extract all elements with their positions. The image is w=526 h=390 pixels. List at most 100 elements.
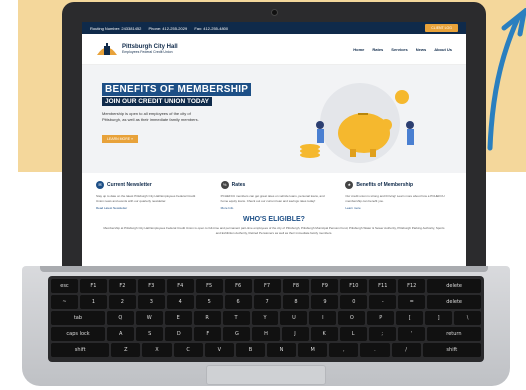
site-logo[interactable]: Pittsburgh City Hall Employees Federal C… bbox=[96, 42, 178, 56]
keyboard-key: / bbox=[391, 343, 421, 357]
laptop-lid: Routing Number: 243381452 Phone: 412-255… bbox=[62, 2, 486, 270]
site-topbar: Routing Number: 243381452 Phone: 412-255… bbox=[82, 22, 466, 34]
city-hall-logo-icon bbox=[97, 43, 117, 55]
keyboard-key: esc bbox=[51, 279, 78, 293]
keyboard-key: - bbox=[369, 295, 397, 309]
fax-number: Fax: 412-255-4800 bbox=[194, 25, 229, 31]
menu-item-news[interactable]: News bbox=[416, 47, 426, 52]
keyboard-key: F3 bbox=[137, 279, 165, 293]
keyboard-key: F2 bbox=[108, 279, 136, 293]
keyboard-key: , bbox=[329, 343, 359, 357]
feature-title: Current Newsletter bbox=[107, 182, 152, 188]
keyboard-key: F1 bbox=[79, 279, 107, 293]
keyboard-key: F7 bbox=[253, 279, 281, 293]
keyboard-key: F4 bbox=[166, 279, 194, 293]
keyboard-key: 7 bbox=[253, 295, 281, 309]
keyboard-key: S bbox=[136, 327, 164, 341]
laptop: Routing Number: 243381452 Phone: 412-255… bbox=[0, 0, 526, 390]
hero-description: Membership is open to all employees of t… bbox=[102, 111, 199, 122]
keyboard-key: [ bbox=[396, 311, 424, 325]
keyboard-key: 9 bbox=[311, 295, 339, 309]
keyboard-key: F6 bbox=[224, 279, 252, 293]
keyboard-key: ; bbox=[368, 327, 396, 341]
keyboard-key: N bbox=[266, 343, 297, 357]
keyboard-key: R bbox=[193, 311, 221, 325]
feature-text: Stay up to date on the latest Pittsburgh… bbox=[96, 194, 196, 203]
membership-icon: ★ bbox=[345, 181, 354, 189]
menu-item-home[interactable]: Home bbox=[353, 47, 364, 52]
keyboard-key: C bbox=[173, 343, 203, 357]
keyboard-key: 2 bbox=[108, 295, 136, 309]
menu-item-services[interactable]: Services bbox=[391, 47, 407, 52]
feature-text: PCHEFCU members can get great rates on v… bbox=[220, 194, 325, 203]
menu-item-rates[interactable]: Rates bbox=[372, 47, 383, 52]
keyboard-key: shift bbox=[51, 343, 110, 357]
more-info-link[interactable]: More Info bbox=[221, 206, 328, 210]
keyboard-key: ~ bbox=[51, 295, 78, 309]
site-nav: Pittsburgh City Hall Employees Federal C… bbox=[82, 34, 466, 65]
keyboard-key: 3 bbox=[137, 295, 165, 309]
keyboard-key: W bbox=[135, 311, 163, 325]
keyboard-key: D bbox=[165, 327, 193, 341]
keyboard-key: ' bbox=[397, 327, 425, 341]
keyboard-key: F5 bbox=[195, 279, 223, 293]
keyboard-key: L bbox=[339, 327, 367, 341]
feature-rates: % Rates PCHEFCU members can get great ra… bbox=[220, 181, 328, 210]
keyboard-key: caps lock bbox=[51, 327, 106, 341]
piggy-bank-illustration bbox=[300, 83, 414, 163]
eligibility-section: WHO'S ELIGIBLE? Membership at Pittsburgh… bbox=[82, 210, 466, 235]
keyboard-key: F10 bbox=[340, 279, 368, 293]
keyboard-key: 8 bbox=[282, 295, 310, 309]
features-section: ✉ Current Newsletter Stay up to date on … bbox=[82, 173, 466, 210]
learn-more-button[interactable]: LEARN MORE » bbox=[102, 135, 139, 143]
keyboard-key: F8 bbox=[282, 279, 310, 293]
keyboard-row: tab Q W E R T Y U I O P[] \ bbox=[51, 311, 482, 325]
keyboard-key: E bbox=[164, 311, 192, 325]
contact-info: Routing Number: 243381452 Phone: 412-255… bbox=[90, 26, 234, 31]
keyboard-key: 1 bbox=[79, 295, 107, 309]
keyboard-key: return bbox=[426, 327, 481, 341]
trackpad bbox=[206, 365, 326, 385]
keyboard-key: delete bbox=[427, 295, 482, 309]
keyboard-key: 5 bbox=[195, 295, 223, 309]
keyboard-row: ~1 2 3 4 5 6 7 8 9 0- = delete bbox=[51, 295, 482, 309]
keyboard-key: O bbox=[338, 311, 366, 325]
keyboard-key: F12 bbox=[398, 279, 426, 293]
keyboard-key: = bbox=[398, 295, 426, 309]
feature-text: Our credit union is strong and thriving!… bbox=[345, 194, 445, 203]
keyboard: esc F1 F2 F3 F4 F5 F6 F7 F8 F9 F10 F11 F12 delete ~1 2… bbox=[48, 276, 484, 362]
client-login-button[interactable]: CLIENT LOG bbox=[425, 24, 458, 32]
keyboard-key: 0 bbox=[340, 295, 368, 309]
keyboard-key: H bbox=[252, 327, 280, 341]
keyboard-key: delete bbox=[427, 279, 482, 293]
eligibility-text: Membership at Pittsburgh City Hall Emplo… bbox=[103, 226, 445, 235]
feature-title: Rates bbox=[231, 182, 246, 188]
keyboard-row: esc F1 F2 F3 F4 F5 F6 F7 F8 F9 F10 F11 F12 delete bbox=[51, 279, 482, 293]
keyboard-row: caps lock A S D F G H J K L; ' return bbox=[51, 327, 481, 341]
keyboard-key: Q bbox=[106, 311, 134, 325]
menu-item-about-us[interactable]: About Us bbox=[434, 47, 452, 52]
read-newsletter-link[interactable]: Read Latest Newsletter bbox=[96, 206, 203, 210]
keyboard-key: Y bbox=[251, 311, 279, 325]
newsletter-icon: ✉ bbox=[96, 181, 104, 189]
logo-subtitle: Employees Federal Credit Union bbox=[122, 50, 173, 54]
hero-title: BENEFITS OF MEMBERSHIP bbox=[102, 83, 252, 96]
keyboard-key: ] bbox=[425, 311, 453, 325]
keyboard-key: 6 bbox=[224, 295, 252, 309]
hero-subtitle: JOIN OUR CREDIT UNION TODAY bbox=[102, 97, 213, 106]
keyboard-key: A bbox=[107, 327, 135, 341]
keyboard-key: \ bbox=[454, 311, 482, 325]
routing-number: Routing Number: 243381452 bbox=[90, 25, 142, 31]
keyboard-key: F11 bbox=[369, 279, 397, 293]
keyboard-key: G bbox=[223, 327, 251, 341]
learn-more-link[interactable]: Learn more bbox=[345, 206, 452, 210]
webcam bbox=[271, 9, 278, 16]
keyboard-key: P bbox=[367, 311, 395, 325]
eligibility-title: WHO'S ELIGIBLE? bbox=[243, 216, 305, 223]
keyboard-key: tab bbox=[51, 311, 105, 325]
keyboard-key: Z bbox=[111, 343, 141, 357]
keyboard-key: B bbox=[235, 343, 265, 357]
laptop-screen: Routing Number: 243381452 Phone: 412-255… bbox=[82, 22, 466, 266]
keyboard-key: . bbox=[360, 343, 390, 357]
percent-icon: % bbox=[220, 181, 229, 189]
